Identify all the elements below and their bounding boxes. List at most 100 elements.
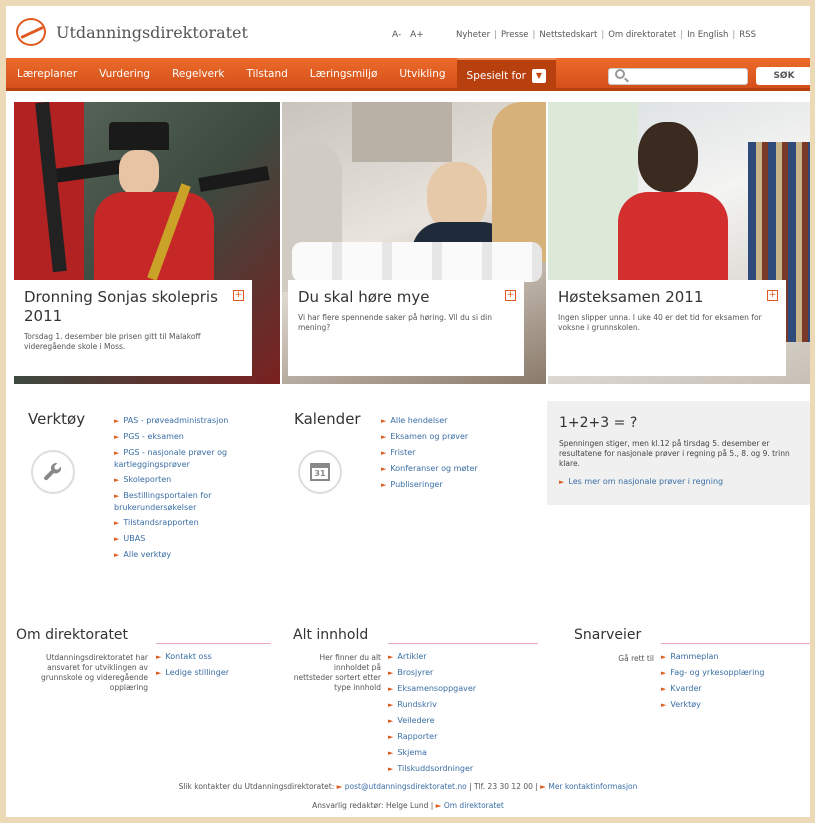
math-link[interactable]: ► Les mer om nasjonale prøver i regning bbox=[559, 477, 798, 486]
hero-card[interactable]: Dronning Sonjas skolepris 2011 Torsdag 1… bbox=[14, 280, 252, 376]
divider bbox=[156, 643, 271, 644]
top-links: Nyheter | Presse | Nettstedskart | Om direk… bbox=[456, 30, 756, 40]
list-item[interactable]: ► UBAS bbox=[114, 531, 264, 547]
top-link-about[interactable]: Om direktoratet bbox=[608, 30, 676, 40]
list-item[interactable]: ► Ledige stillinger bbox=[156, 665, 276, 681]
editor-line: Ansvarlig redaktør: Helge Lund | ► Om di… bbox=[312, 801, 504, 810]
page: Utdanningsdirektoratet A- A+ Nyheter | Pr… bbox=[6, 6, 810, 817]
expand-plus-icon[interactable]: + bbox=[233, 290, 244, 301]
top-link-english[interactable]: In English bbox=[687, 30, 728, 40]
special-for-label: Spesielt for bbox=[466, 70, 526, 82]
about-description: Utdanningsdirektoratet har ansvaret for … bbox=[40, 653, 148, 692]
hero-card-title[interactable]: Dronning Sonjas skolepris 2011 bbox=[24, 288, 242, 326]
list-item[interactable]: ► Verktøy bbox=[661, 697, 806, 713]
content-title: Alt innhold bbox=[293, 627, 369, 643]
list-item[interactable]: ► Skjema bbox=[388, 745, 518, 761]
divider bbox=[661, 643, 810, 644]
contact-email-link[interactable]: post@utdanningsdirektoratet.no bbox=[345, 782, 467, 791]
contact-line: Slik kontakter du Utdanningsdirektoratet… bbox=[178, 782, 638, 791]
more-contact-link[interactable]: Mer kontaktinformasjon bbox=[548, 782, 637, 791]
font-decrease-button[interactable]: A- bbox=[392, 30, 401, 40]
list-item[interactable]: ► Rundskriv bbox=[388, 697, 518, 713]
list-item[interactable]: ► Tilskuddsordninger bbox=[388, 761, 518, 777]
calendar-title: Kalender bbox=[294, 410, 361, 428]
search-button[interactable]: SØK bbox=[756, 67, 810, 85]
top-bar: Utdanningsdirektoratet A- A+ Nyheter | Pr… bbox=[6, 6, 810, 56]
list-item[interactable]: ► Tilstandsrapporten bbox=[114, 515, 264, 531]
list-item[interactable]: ► PAS - prøveadministrasjon bbox=[114, 413, 264, 429]
hero-card-title[interactable]: Du skal høre mye bbox=[298, 288, 514, 307]
list-item[interactable]: ► Eksamensoppgaver bbox=[388, 681, 518, 697]
search-input[interactable] bbox=[608, 67, 748, 85]
contact-phone: Tlf. 23 30 12 00 bbox=[474, 782, 533, 791]
hero-image-hearing[interactable]: Du skal høre mye Vi har flere spennende … bbox=[282, 102, 546, 384]
list-item[interactable]: ► Brosjyrer bbox=[388, 665, 518, 681]
calendar-list: ► Alle hendelser ► Eksamen og prøver ► Fris… bbox=[381, 413, 531, 493]
list-item[interactable]: ► Alle hendelser bbox=[381, 413, 531, 429]
list-item[interactable]: ► Rapporter bbox=[388, 729, 518, 745]
expand-plus-icon[interactable]: + bbox=[767, 290, 778, 301]
math-title: 1+2+3 = ? bbox=[559, 415, 638, 431]
top-link-press[interactable]: Presse bbox=[501, 30, 529, 40]
hero-card[interactable]: Høsteksamen 2011 Ingen slipper unna. I u… bbox=[548, 280, 786, 376]
hero-card-text: Vi har flere spennende saker på høring. … bbox=[298, 313, 493, 332]
shortcuts-title: Snarveier bbox=[574, 627, 642, 643]
list-item[interactable]: ► Kvarder bbox=[661, 681, 806, 697]
top-link-news[interactable]: Nyheter bbox=[456, 30, 490, 40]
nav-item-curricula[interactable]: Læreplaner bbox=[6, 58, 88, 88]
calendar-icon: 31 bbox=[298, 450, 342, 494]
expand-plus-icon[interactable]: + bbox=[505, 290, 516, 301]
shortcuts-list: ► Rammeplan ► Fag- og yrkesopplæring ► Kvar… bbox=[661, 649, 806, 713]
wrench-icon bbox=[31, 450, 75, 494]
search-icon bbox=[615, 69, 625, 79]
tools-title: Verktøy bbox=[28, 410, 86, 428]
divider bbox=[388, 643, 538, 644]
hero-image-band[interactable]: Dronning Sonjas skolepris 2011 Torsdag 1… bbox=[14, 102, 280, 384]
font-size-controls: A- A+ bbox=[392, 30, 430, 40]
nav-item-learning-environment[interactable]: Læringsmiljø bbox=[299, 58, 389, 88]
chevron-down-icon: ▼ bbox=[532, 69, 546, 83]
list-item[interactable]: ► Rammeplan bbox=[661, 649, 806, 665]
about-title: Om direktoratet bbox=[16, 627, 129, 643]
hero-card-text: Torsdag 1. desember ble prisen gitt til … bbox=[24, 332, 201, 351]
nav-item-special-for[interactable]: Spesielt for ▼ bbox=[456, 58, 556, 88]
font-increase-button[interactable]: A+ bbox=[410, 30, 424, 40]
hero-image-exam[interactable]: Høsteksamen 2011 Ingen slipper unna. I u… bbox=[548, 102, 810, 384]
logo-mark-icon bbox=[16, 18, 46, 46]
search-area: SØK bbox=[608, 67, 810, 85]
top-link-sitemap[interactable]: Nettstedskart bbox=[539, 30, 597, 40]
shortcuts-description: Gå rett til bbox=[618, 654, 654, 663]
hero-card-title[interactable]: Høsteksamen 2011 bbox=[558, 288, 776, 307]
list-item[interactable]: ► Frister bbox=[381, 445, 531, 461]
list-item[interactable]: ► PGS - nasjonale prøver og kartleggingsp… bbox=[114, 445, 264, 472]
hero-card-text: Ingen slipper unna. I uke 40 er det tid … bbox=[558, 313, 762, 332]
logo[interactable]: Utdanningsdirektoratet bbox=[16, 18, 248, 46]
list-item[interactable]: ► Alle verktøy bbox=[114, 547, 264, 563]
hero-card[interactable]: Du skal høre mye Vi har flere spennende … bbox=[288, 280, 524, 376]
list-item[interactable]: ► Eksamen og prøver bbox=[381, 429, 531, 445]
hero-carousel: Dronning Sonjas skolepris 2011 Torsdag 1… bbox=[14, 102, 810, 384]
list-item[interactable]: ► Publiseringer bbox=[381, 477, 531, 493]
list-item[interactable]: ► Skoleporten bbox=[114, 472, 264, 488]
main-navigation: Læreplaner Vurdering Regelverk Tilstand … bbox=[6, 58, 810, 91]
list-item[interactable]: ► Artikler bbox=[388, 649, 518, 665]
content-list: ► Artikler ► Brosjyrer ► Eksamensoppgaver ►… bbox=[388, 649, 518, 777]
nav-item-status[interactable]: Tilstand bbox=[236, 58, 299, 88]
list-item[interactable]: ► Veiledere bbox=[388, 713, 518, 729]
list-item[interactable]: ► Bestillingsportalen for brukerundersøke… bbox=[114, 488, 264, 515]
nav-item-regulations[interactable]: Regelverk bbox=[161, 58, 235, 88]
content-description: Her finner du alt innholdet på nettstede… bbox=[293, 653, 381, 692]
list-item[interactable]: ► Konferanser og møter bbox=[381, 461, 531, 477]
nav-item-development[interactable]: Utvikling bbox=[388, 58, 456, 88]
logo-text: Utdanningsdirektoratet bbox=[56, 22, 248, 42]
top-link-rss[interactable]: RSS bbox=[739, 30, 756, 40]
list-item[interactable]: ► PGS - eksamen bbox=[114, 429, 264, 445]
math-text: Spenningen stiger, men kl.12 på tirsdag … bbox=[559, 439, 790, 468]
about-list: ► Kontakt oss ► Ledige stillinger bbox=[156, 649, 276, 681]
math-feature-box: 1+2+3 = ? Spenningen stiger, men kl.12 p… bbox=[547, 401, 810, 505]
list-item[interactable]: ► Fag- og yrkesopplæring bbox=[661, 665, 806, 681]
nav-item-assessment[interactable]: Vurdering bbox=[88, 58, 161, 88]
tools-list: ► PAS - prøveadministrasjon ► PGS - eksame… bbox=[114, 413, 264, 563]
list-item[interactable]: ► Kontakt oss bbox=[156, 649, 276, 665]
about-directorate-link[interactable]: Om direktoratet bbox=[444, 801, 504, 810]
